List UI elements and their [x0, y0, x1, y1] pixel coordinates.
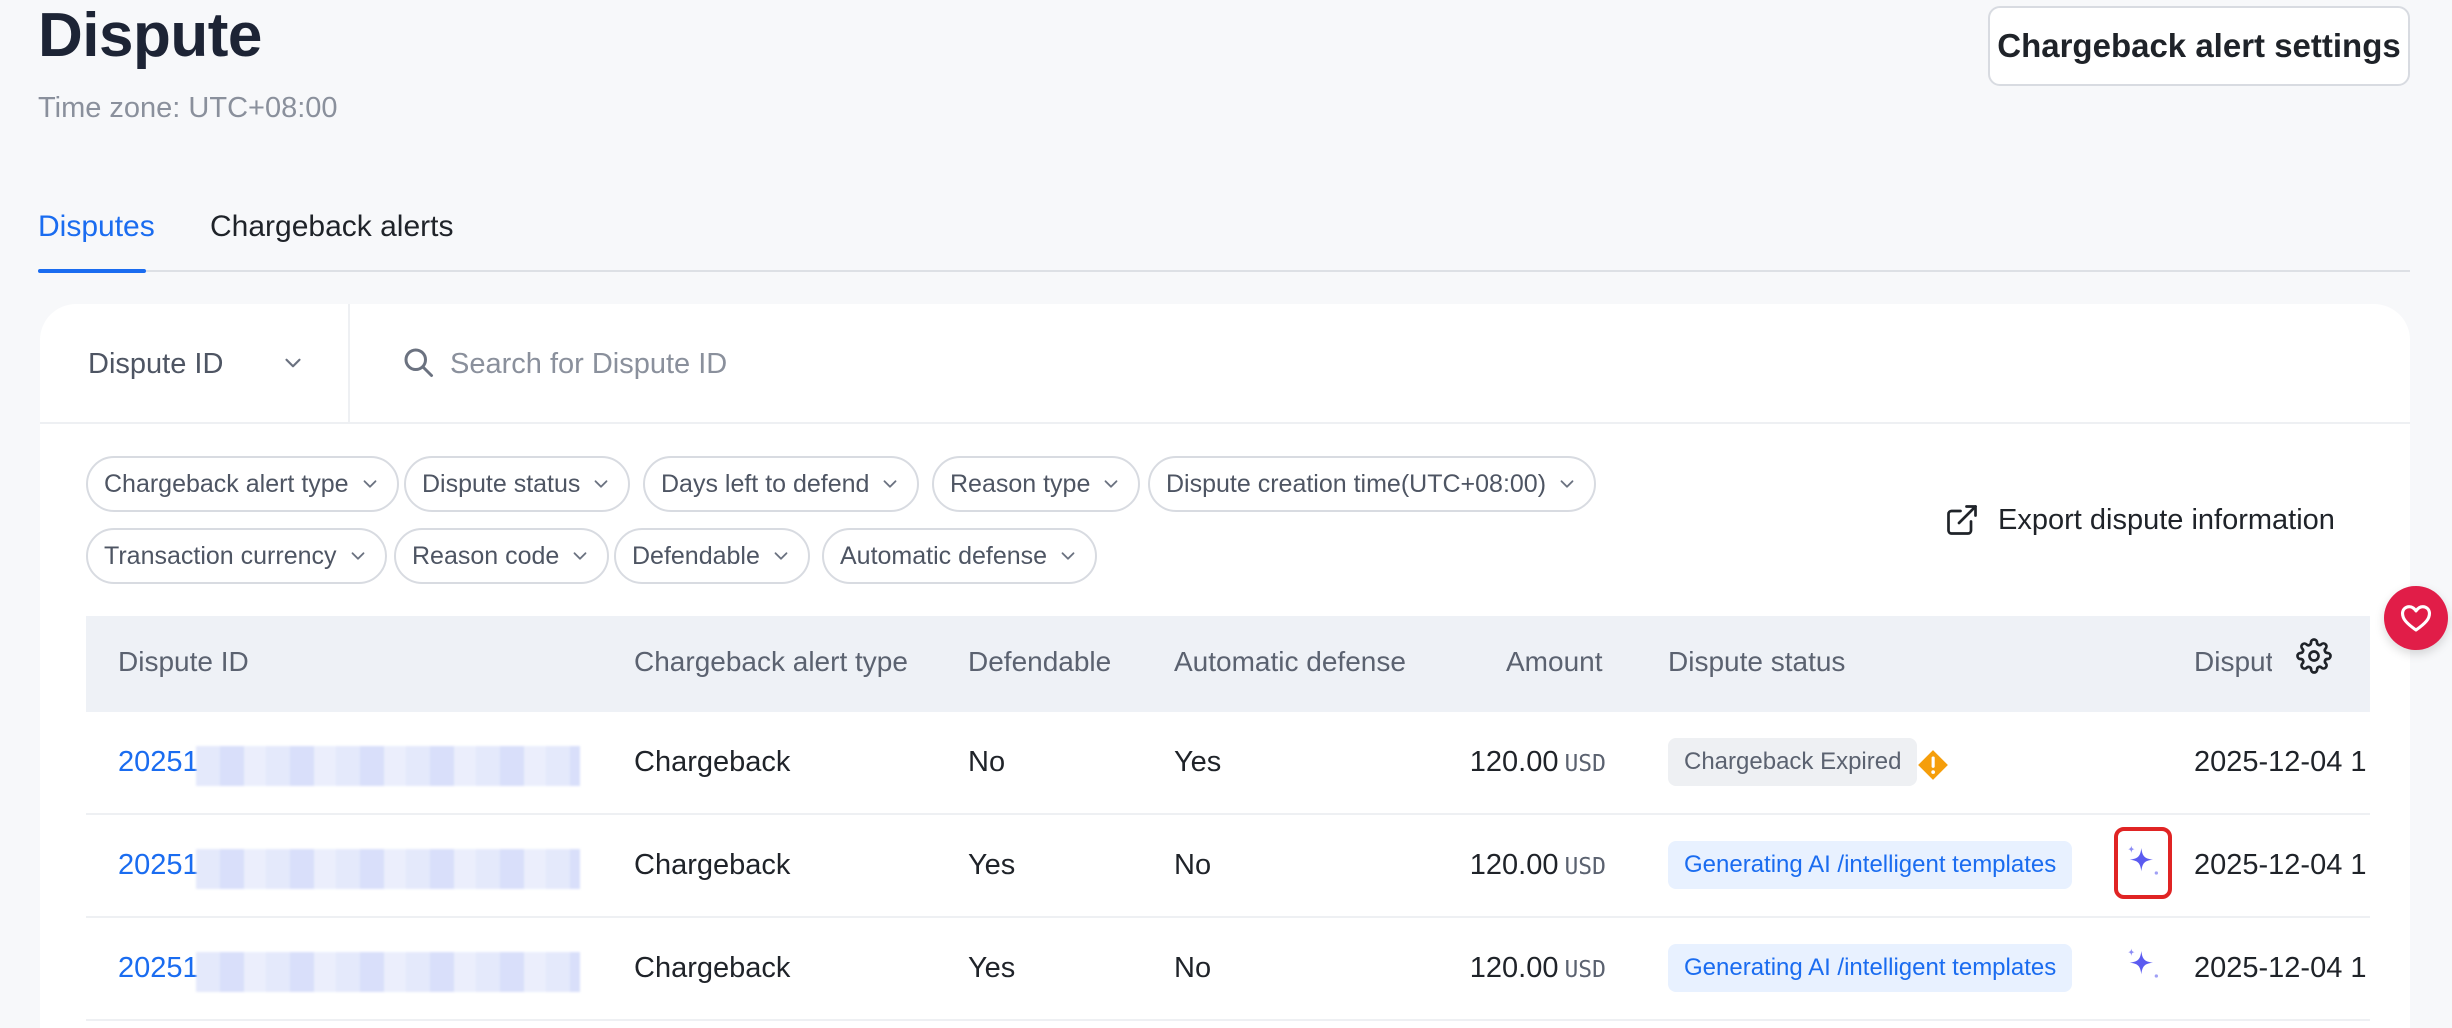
status-badge: Generating AI /intelligent templates — [1668, 841, 2073, 889]
tab-chargeback-alerts-label: Chargeback alerts — [210, 210, 454, 243]
filter-reason-code[interactable]: Reason code — [394, 528, 610, 584]
column-header-defendable: Defendable — [968, 646, 1112, 677]
heart-icon — [2400, 605, 2432, 632]
status-badge: Generating AI /intelligent templates — [1668, 944, 2073, 992]
chargeback-alert-type-cell: Chargeback — [634, 849, 791, 881]
filter-chargeback-alert-type[interactable]: Chargeback alert type — [86, 456, 399, 512]
search-field-select-value: Dispute ID — [88, 347, 224, 380]
chargeback-alert-type-cell: Chargeback — [634, 952, 791, 984]
tab-chargeback-alerts[interactable]: Chargeback alerts — [210, 210, 453, 244]
chevron-down-icon — [595, 480, 608, 488]
filter-days-left-to-defend[interactable]: Days left to defend — [643, 456, 920, 512]
amount-currency: USD — [1564, 957, 1606, 983]
favorite-button[interactable] — [2384, 586, 2448, 650]
sparkle-icon — [2128, 948, 2158, 978]
gear-icon[interactable] — [2296, 638, 2332, 674]
chevron-down-icon — [351, 552, 364, 560]
disputes-table: Dispute ID Chargeback alert type Defenda… — [86, 616, 2370, 1028]
dispute-id-link[interactable]: 20251 — [118, 849, 199, 882]
dispute-id-link[interactable]: 20251 — [118, 952, 199, 985]
defendable-cell: Yes — [968, 952, 1016, 984]
chevron-down-icon — [285, 358, 301, 368]
filter-label: Reason type — [950, 469, 1091, 498]
filter-label: Reason code — [412, 541, 560, 570]
chevron-down-icon — [884, 480, 897, 488]
ai-sparkle-button[interactable] — [2114, 930, 2172, 1002]
export-dispute-button[interactable]: Export dispute information — [1944, 502, 2335, 538]
filter-dispute-creation-time[interactable]: Dispute creation time(UTC+08:00) — [1148, 456, 1597, 512]
defendable-cell: No — [968, 746, 1006, 778]
amount-currency: USD — [1564, 854, 1606, 880]
sparkle-icon — [2128, 845, 2158, 875]
chargeback-alert-type-cell: Chargeback — [634, 746, 791, 778]
tab-bar: Disputes Chargeback alerts — [38, 200, 2410, 273]
chevron-down-icon — [1104, 480, 1118, 488]
amount-cell: 120.00 USD — [1470, 952, 1606, 985]
export-dispute-label: Export dispute information — [1998, 503, 2335, 536]
redacted-id — [196, 849, 580, 889]
amount-cell: 120.00 USD — [1470, 849, 1606, 882]
external-link-icon — [1947, 505, 1977, 535]
column-header-chargeback-alert-type: Chargeback alert type — [634, 646, 908, 677]
chevron-down-icon — [573, 552, 587, 560]
timezone-label: Time zone: UTC+08:00 — [38, 92, 338, 124]
redacted-id — [196, 746, 580, 786]
column-header-dispute-status: Dispute status — [1668, 646, 1846, 677]
filter-label: Dispute creation time(UTC+08:00) — [1166, 469, 1547, 498]
chargeback-alert-settings-button[interactable]: Chargeback alert settings — [1988, 6, 2410, 86]
column-header-amount: Amount — [1506, 646, 1603, 677]
filter-defendable[interactable]: Defendable — [614, 528, 810, 584]
column-header-dispute-time: Disput — [2194, 646, 2272, 677]
page-title: Dispute — [38, 1, 262, 70]
column-header-dispute-id: Dispute ID — [118, 646, 249, 677]
filter-reason-type[interactable]: Reason type — [932, 456, 1141, 512]
active-tab-indicator — [38, 269, 146, 273]
redacted-id — [196, 952, 580, 992]
table-row[interactable]: 20251 Chargeback No Yes 120.00 USD Charge… — [86, 712, 2370, 815]
automatic-defense-cell: No — [1174, 849, 1212, 881]
ai-sparkle-button[interactable] — [2114, 827, 2172, 899]
chevron-down-icon — [774, 552, 788, 560]
table-row[interactable]: 20251 Chargeback Yes No 120.00 USD Genera… — [86, 815, 2370, 918]
filter-transaction-currency[interactable]: Transaction currency — [86, 528, 387, 584]
filter-label: Defendable — [632, 541, 760, 570]
filter-label: Days left to defend — [661, 469, 870, 498]
amount-value: 120.00 — [1469, 849, 1559, 881]
tab-disputes-label: Disputes — [38, 210, 155, 243]
status-badge: Chargeback Expired — [1668, 738, 1918, 786]
chevron-down-icon — [1061, 552, 1075, 560]
dispute-id-link[interactable]: 20251 — [118, 746, 199, 779]
column-header-automatic-defense: Automatic defense — [1174, 646, 1406, 677]
filter-label: Transaction currency — [104, 541, 337, 570]
dispute-page: Dispute Time zone: UTC+08:00 Chargeback … — [0, 0, 2452, 1028]
defendable-cell: Yes — [968, 849, 1016, 881]
automatic-defense-cell: Yes — [1174, 746, 1222, 778]
dispute-time-cell: 2025-12-04 1 — [2194, 952, 2367, 984]
filter-automatic-defense[interactable]: Automatic defense — [822, 528, 1098, 584]
table-row[interactable]: 20251 Chargeback Yes No 120.00 USD Genera… — [86, 918, 2370, 1021]
filter-dispute-status[interactable]: Dispute status — [404, 456, 631, 512]
search-input[interactable] — [450, 334, 1350, 394]
dispute-time-cell: 2025-12-04 1 — [2194, 849, 2367, 881]
search-icon — [404, 348, 433, 377]
filter-label: Chargeback alert type — [104, 469, 349, 498]
chevron-down-icon — [363, 480, 377, 488]
filter-label: Dispute status — [422, 469, 581, 498]
search-field-select[interactable]: Dispute ID — [40, 304, 350, 424]
tab-disputes[interactable]: Disputes — [38, 210, 155, 244]
search-bar: Dispute ID — [40, 304, 2410, 424]
table-header: Dispute ID Chargeback alert type Defenda… — [86, 616, 2370, 712]
amount-value: 120.00 — [1469, 952, 1559, 984]
amount-currency: USD — [1564, 751, 1606, 777]
disputes-card: Dispute ID Chargeback alert type Dispute… — [40, 304, 2410, 1028]
amount-value: 120.00 — [1469, 746, 1559, 778]
amount-cell: 120.00 USD — [1470, 746, 1606, 779]
filter-label: Automatic defense — [840, 541, 1048, 570]
dispute-time-cell: 2025-12-04 1 — [2194, 746, 2367, 778]
chevron-down-icon — [1560, 480, 1574, 488]
warning-icon[interactable] — [1916, 748, 1950, 782]
automatic-defense-cell: No — [1174, 952, 1212, 984]
